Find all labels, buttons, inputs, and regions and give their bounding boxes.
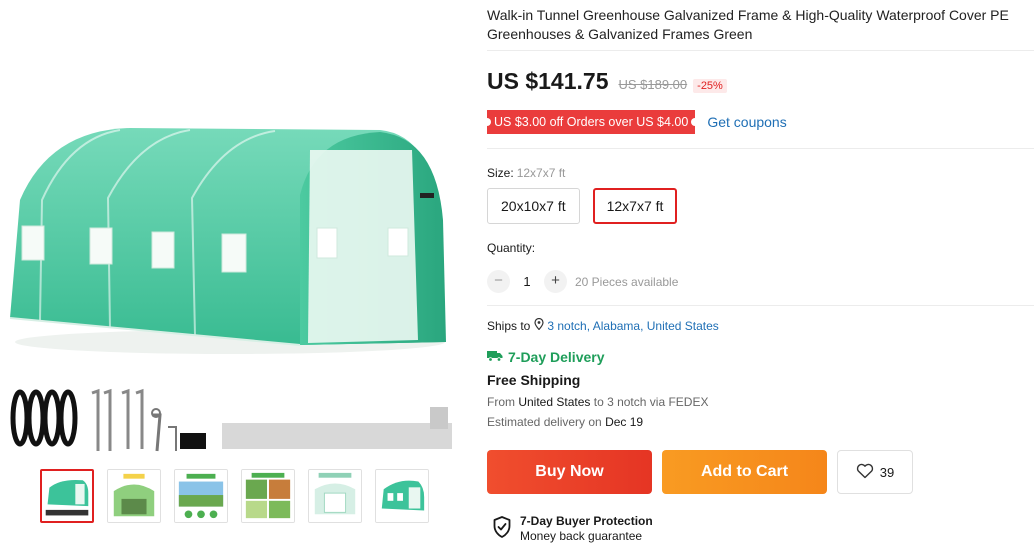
current-price: US $141.75 [487,68,609,94]
buyer-protection-subtitle: Money back guarantee [520,529,643,543]
buyer-protection-text: 7-Day Buyer Protection Money back guaran… [520,514,653,544]
divider [487,148,1034,149]
divider [487,305,1034,306]
size-options: 20x10x7 ft 12x7x7 ft [487,188,678,224]
quantity-increase-button[interactable]: + [544,270,567,293]
thumbnail-5[interactable] [308,469,362,523]
free-shipping-label: Free Shipping [487,372,581,388]
quantity-label: Quantity: [487,241,536,255]
thumbnail-6[interactable] [375,469,429,523]
buyer-protection-title: 7-Day Buyer Protection [520,514,653,528]
coupon-row: US $3.00 off Orders over US $4.00 Get co… [482,110,787,134]
shield-check-icon [493,515,511,543]
truck-icon [487,349,503,365]
shipping-location-link[interactable]: 3 notch, Alabama, United States [547,319,718,333]
action-buttons: Buy Now Add to Cart 39 [487,450,913,494]
size-label: Size: 12x7x7 ft [487,166,565,180]
shipping-from-country: United States [518,395,591,409]
estimated-delivery-prefix: Estimated delivery on [487,415,602,429]
quantity-value[interactable]: 1 [510,274,544,289]
shipping-from-suffix: to 3 notch via FEDEX [593,395,709,409]
get-coupons-link[interactable]: Get coupons [707,114,786,130]
estimated-delivery-date: Dec 19 [605,415,644,429]
coupon-tag[interactable]: US $3.00 off Orders over US $4.00 [482,110,700,134]
thumbnail-1[interactable] [40,469,94,523]
shipping-from: From United States to 3 notch via FEDEX [487,395,708,409]
location-pin-icon [534,317,544,333]
wishlist-count: 39 [879,464,895,480]
thumbnail-3[interactable] [174,469,228,523]
quantity-decrease-button[interactable]: − [487,270,510,293]
estimated-delivery: Estimated delivery on Dec 19 [487,415,643,429]
shipping-from-prefix: From [487,395,515,409]
quantity-stepper: − 1 + 20 Pieces available [487,270,678,293]
thumbnail-2[interactable] [107,469,161,523]
original-price: US $189.00 [618,77,688,92]
size-option-12x7x7[interactable]: 12x7x7 ft [592,188,678,224]
price-row: US $141.75 US $189.00 -25% [487,68,727,95]
wishlist-button[interactable]: 39 [837,450,913,494]
size-option-20x10x7[interactable]: 20x10x7 ft [487,188,580,224]
product-title: Walk-in Tunnel Greenhouse Galvanized Fra… [487,7,1009,42]
accessories-image [0,383,460,453]
size-selected-value: 12x7x7 ft [516,166,566,180]
thumbnail-strip [40,469,429,523]
main-product-image[interactable] [0,80,460,380]
delivery-label: 7-Day Delivery [508,349,605,365]
heart-icon [856,463,880,482]
add-to-cart-button[interactable]: Add to Cart [662,450,827,494]
ships-to-row: Ships to 3 notch, Alabama, United States [487,317,719,333]
size-label-text: Size: [487,166,514,180]
buyer-protection[interactable]: 7-Day Buyer Protection Money back guaran… [493,514,653,544]
discount-badge: -25% [693,79,727,93]
ships-to-label: Ships to [487,318,531,333]
buy-now-button[interactable]: Buy Now [487,450,652,494]
delivery-row: 7-Day Delivery [487,349,605,365]
quantity-available: 20 Pieces available [575,274,679,289]
thumbnail-4[interactable] [241,469,295,523]
divider [487,50,1034,51]
